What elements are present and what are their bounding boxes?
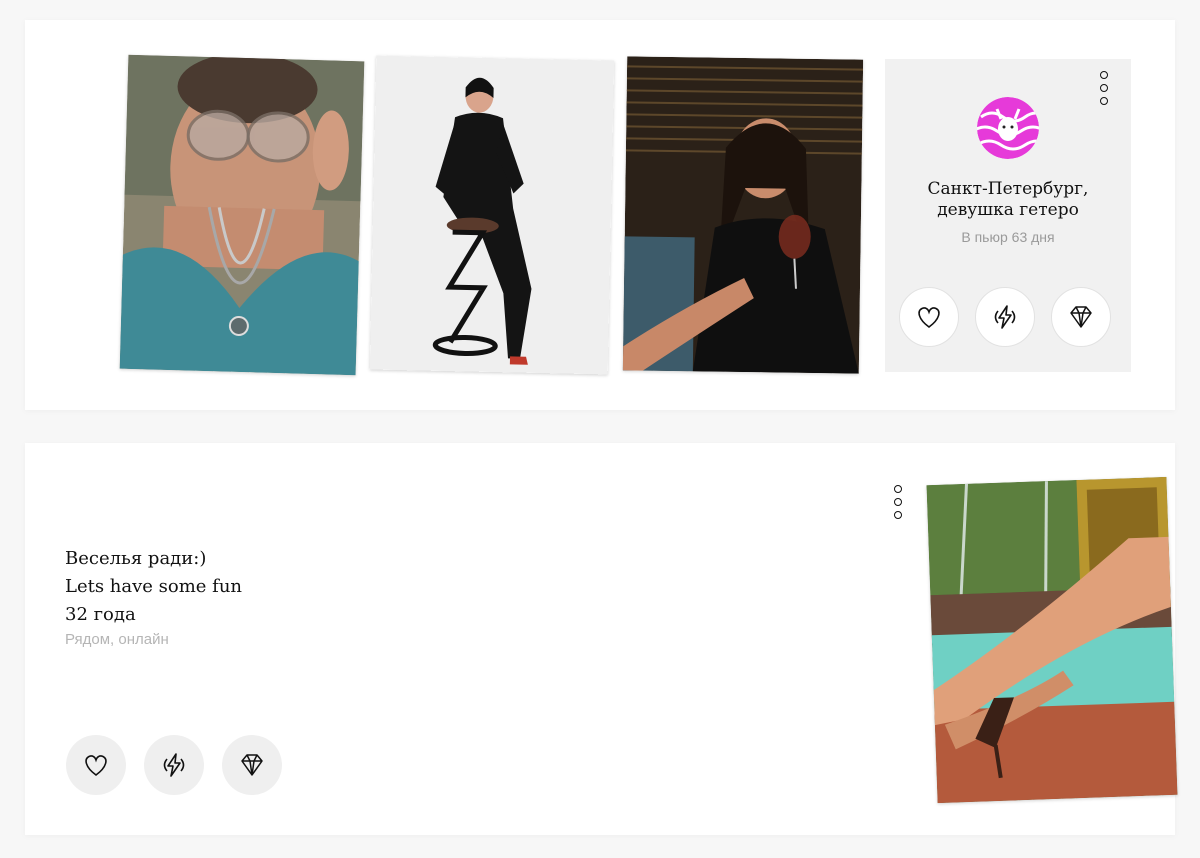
location-line-1: Санкт-Петербург, [927,179,1089,199]
diamond-icon [1070,306,1092,328]
diamond-icon [241,754,263,776]
heart-icon [918,307,940,328]
more-vertical-icon[interactable] [1099,71,1109,105]
post-status: Рядом, онлайн [65,631,169,648]
avatar-pink-illustration [977,97,1039,159]
photo-woman-wine-glass [622,56,864,374]
profile-card: Санкт-Петербург, девушка гетеро В пьюр 6… [25,20,1175,410]
location-line-2: девушка гетеро [937,200,1079,220]
profile-actions [899,287,1111,347]
post-age: 32 года [65,604,136,625]
profile-info-panel: Санкт-Петербург, девушка гетеро В пьюр 6… [885,59,1131,372]
post-photo[interactable] [926,476,1178,804]
gift-diamond-button[interactable] [222,735,282,795]
profile-photo-1[interactable] [119,54,365,376]
like-button[interactable] [899,287,959,347]
post-title: Веселья ради:) [65,548,207,569]
more-vertical-icon[interactable] [893,485,903,519]
membership-duration: В пьюр 63 дня [961,229,1055,245]
heart-icon [85,755,107,776]
profile-photo-3[interactable] [622,56,864,374]
profile-location: Санкт-Петербург, девушка гетеро [885,179,1131,221]
post-text: Веселья ради:) Lets have some fun 32 год… [65,545,242,629]
post-card: Веселья ради:) Lets have some fun 32 год… [25,443,1178,835]
lightning-icon [163,753,185,777]
photo-legs-fountain [926,476,1178,804]
photo-woman-bar-stool [369,55,615,375]
gift-diamond-button[interactable] [1051,287,1111,347]
photo-woman-sunglasses [119,54,365,376]
post-actions [66,735,282,795]
flash-button[interactable] [975,287,1035,347]
lightning-icon [994,305,1016,329]
profile-photo-2[interactable] [369,55,615,375]
avatar[interactable] [977,97,1039,159]
flash-button[interactable] [144,735,204,795]
post-subtitle: Lets have some fun [65,576,243,597]
like-button[interactable] [66,735,126,795]
